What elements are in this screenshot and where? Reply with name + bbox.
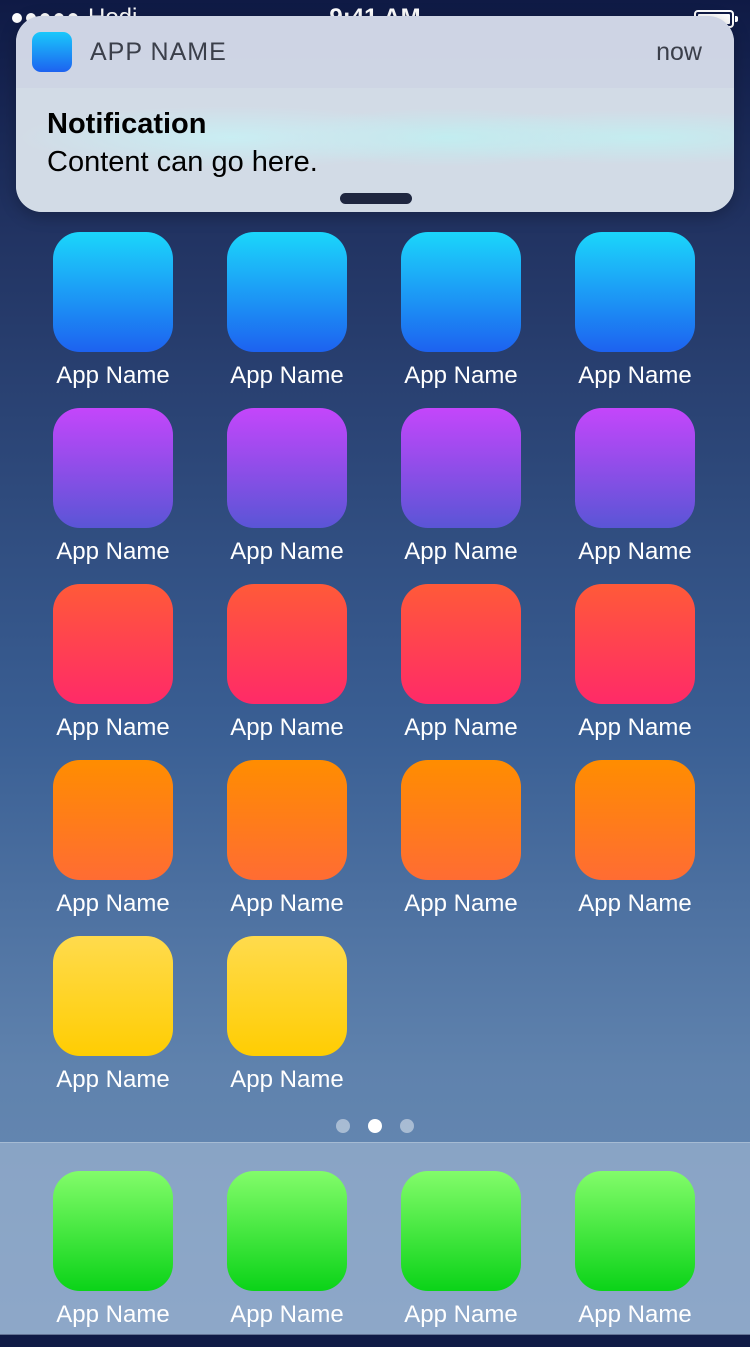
app-label: App Name	[56, 362, 170, 389]
notification-title: Notification	[47, 108, 207, 140]
app-label: App Name	[230, 714, 344, 741]
app-tile[interactable]	[227, 936, 347, 1056]
app-icon-red[interactable]: App Name	[548, 584, 722, 760]
dock-app-icon[interactable]: App Name	[548, 1171, 722, 1347]
dock: App Name App Name App Name App Name	[0, 1142, 750, 1335]
page-indicator[interactable]	[0, 1119, 750, 1133]
notification-banner[interactable]: APP NAME now Notification Content can go…	[16, 16, 734, 212]
app-icon-purple[interactable]: App Name	[200, 408, 374, 584]
app-tile[interactable]	[401, 584, 521, 704]
app-label: App Name	[230, 1301, 344, 1328]
app-tile[interactable]	[53, 584, 173, 704]
app-label: App Name	[230, 538, 344, 565]
app-icon-purple[interactable]: App Name	[26, 408, 200, 584]
app-tile[interactable]	[53, 408, 173, 528]
app-label: App Name	[56, 714, 170, 741]
app-label: App Name	[578, 362, 692, 389]
app-label: App Name	[404, 890, 518, 917]
app-tile[interactable]	[401, 232, 521, 352]
app-icon-blue[interactable]: App Name	[374, 232, 548, 408]
notification-header: APP NAME now	[16, 16, 734, 88]
app-icon-red[interactable]: App Name	[26, 584, 200, 760]
app-icon-red[interactable]: App Name	[200, 584, 374, 760]
page-dot[interactable]	[368, 1119, 382, 1133]
app-tile[interactable]	[575, 1171, 695, 1291]
app-label: App Name	[578, 890, 692, 917]
app-label: App Name	[230, 1066, 344, 1093]
app-icon-orange[interactable]: App Name	[26, 760, 200, 936]
app-tile[interactable]	[227, 584, 347, 704]
notification-time: now	[656, 38, 702, 66]
app-label: App Name	[56, 1301, 170, 1328]
app-icon-purple[interactable]: App Name	[374, 408, 548, 584]
app-label: App Name	[578, 538, 692, 565]
page-dot[interactable]	[336, 1119, 350, 1133]
app-tile[interactable]	[401, 408, 521, 528]
app-icon-orange[interactable]: App Name	[548, 760, 722, 936]
app-tile[interactable]	[227, 232, 347, 352]
notification-content: Content can go here.	[47, 146, 318, 178]
page-dot[interactable]	[400, 1119, 414, 1133]
app-tile[interactable]	[401, 760, 521, 880]
notification-app-icon	[32, 32, 72, 72]
app-icon-red[interactable]: App Name	[374, 584, 548, 760]
app-label: App Name	[56, 890, 170, 917]
app-label: App Name	[56, 538, 170, 565]
app-icon-blue[interactable]: App Name	[26, 232, 200, 408]
app-icon-yellow[interactable]: App Name	[200, 936, 374, 1112]
app-icon-orange[interactable]: App Name	[200, 760, 374, 936]
app-icon-orange[interactable]: App Name	[374, 760, 548, 936]
notification-handle[interactable]	[340, 193, 412, 204]
app-tile[interactable]	[227, 408, 347, 528]
app-tile[interactable]	[227, 1171, 347, 1291]
app-icon-blue[interactable]: App Name	[548, 232, 722, 408]
notification-app-name: APP NAME	[90, 38, 227, 66]
app-tile[interactable]	[53, 232, 173, 352]
app-tile[interactable]	[575, 232, 695, 352]
app-label: App Name	[578, 714, 692, 741]
app-icon-purple[interactable]: App Name	[548, 408, 722, 584]
app-tile[interactable]	[401, 1171, 521, 1291]
app-icon-yellow[interactable]: App Name	[26, 936, 200, 1112]
dock-app-icon[interactable]: App Name	[200, 1171, 374, 1347]
app-tile[interactable]	[53, 936, 173, 1056]
app-tile[interactable]	[575, 760, 695, 880]
app-tile[interactable]	[227, 760, 347, 880]
app-label: App Name	[404, 1301, 518, 1328]
app-label: App Name	[230, 362, 344, 389]
app-label: App Name	[56, 1066, 170, 1093]
app-label: App Name	[230, 890, 344, 917]
dock-app-icon[interactable]: App Name	[26, 1171, 200, 1347]
app-icon-blue[interactable]: App Name	[200, 232, 374, 408]
app-label: App Name	[404, 538, 518, 565]
dock-app-icon[interactable]: App Name	[374, 1171, 548, 1347]
app-tile[interactable]	[575, 408, 695, 528]
app-label: App Name	[404, 362, 518, 389]
app-tile[interactable]	[53, 760, 173, 880]
app-tile[interactable]	[53, 1171, 173, 1291]
app-label: App Name	[404, 714, 518, 741]
app-tile[interactable]	[575, 584, 695, 704]
app-label: App Name	[578, 1301, 692, 1328]
